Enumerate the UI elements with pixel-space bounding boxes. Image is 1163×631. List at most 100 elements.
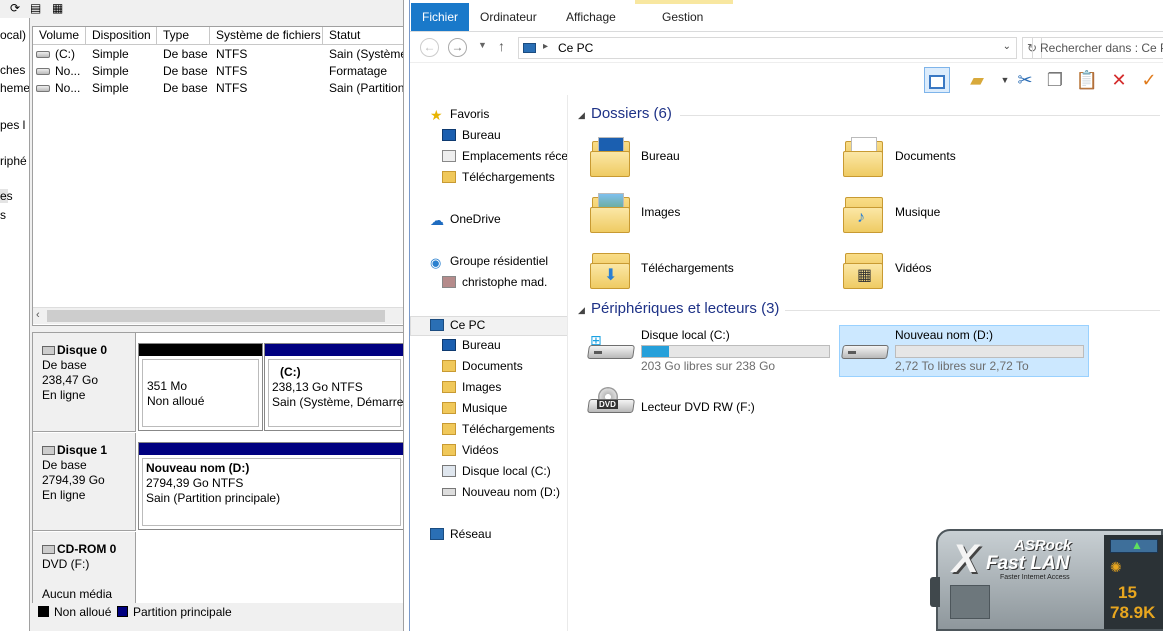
folder-images[interactable]: Images (641, 205, 680, 219)
nav-pc-images[interactable]: Images (442, 378, 501, 397)
disk-state: En ligne (42, 388, 86, 402)
table-row[interactable]: (C:) Simple De base NTFS Sain (Système (33, 46, 403, 63)
column-header-type[interactable]: Type (157, 27, 210, 45)
back-button[interactable]: ← (420, 38, 439, 57)
triangle-up-icon[interactable]: ▲ (1131, 538, 1143, 552)
table-row[interactable]: No... Simple De base NTFS Formatage (33, 63, 403, 80)
nav-network[interactable]: Réseau (430, 525, 491, 544)
delete-icon[interactable]: ✕ (1106, 67, 1132, 93)
navigation-pane-button[interactable] (924, 67, 950, 93)
partition-c[interactable]: (C:) 238,13 Go NTFS Sain (Système, Démar… (264, 343, 403, 431)
chevron-down-icon[interactable]: ⌄ (1003, 41, 1011, 52)
group-divider (680, 115, 1160, 116)
nav-pc-c[interactable]: Disque local (C:) (442, 462, 551, 481)
xfast-title: Fast LAN (986, 553, 1070, 574)
device-dvd[interactable]: Lecteur DVD RW (F:) (641, 400, 755, 414)
folder-videos[interactable]: Vidéos (895, 261, 931, 275)
collapse-icon[interactable]: ◢ (578, 110, 585, 121)
folder-telechargements[interactable]: Téléchargements (641, 261, 734, 275)
horizontal-scrollbar[interactable]: ‹ (33, 307, 403, 324)
address-box[interactable]: ▸ Ce PC ⌄ (518, 37, 1017, 59)
nav-label: Groupe résidentiel (450, 254, 549, 268)
nav-pc-downloads[interactable]: Téléchargements (442, 420, 555, 439)
search-input[interactable]: Rechercher dans : Ce PC (1032, 37, 1163, 59)
up-button[interactable]: ↑ (498, 38, 505, 54)
tree-item[interactable]: ches (0, 63, 25, 77)
scrollbar-thumb[interactable] (47, 310, 385, 322)
tree-item[interactable]: riphé (0, 154, 27, 168)
chevron-right-icon: ▸ (543, 41, 549, 52)
scroll-left-icon[interactable]: ‹ (36, 309, 40, 321)
xfast-lan-widget[interactable]: X ASRock Fast LAN Faster Internet Access… (930, 527, 1163, 631)
windows-drive-icon: ⊞ (587, 333, 635, 365)
collapse-icon[interactable]: ◢ (578, 305, 585, 316)
paste-icon[interactable]: 📋 (1074, 67, 1100, 93)
recent-locations-icon[interactable]: ▼ (478, 40, 487, 50)
menu-bar[interactable]: ▲ (1110, 538, 1158, 553)
nav-pc-desktop[interactable]: Bureau (442, 336, 501, 355)
tree-item[interactable]: s (0, 208, 6, 222)
partition-size: 351 Mo (147, 379, 188, 393)
folder-bureau[interactable]: Bureau (641, 149, 680, 163)
properties-icon[interactable]: ▤ (30, 1, 41, 15)
disk-0-label[interactable]: Disque 0 De base 238,47 Go En ligne (33, 333, 136, 432)
devices-group-header[interactable]: Périphériques et lecteurs (3) (591, 300, 779, 317)
rename-icon[interactable]: ✓ (1136, 67, 1162, 93)
nav-this-pc[interactable]: Ce PC (430, 316, 485, 335)
dvd-label: DVD (597, 400, 618, 409)
music-folder-icon (442, 402, 456, 414)
partition-size: 2794,39 Go NTFS (146, 476, 244, 490)
column-header-filesystem[interactable]: Système de fichiers (210, 27, 323, 45)
disk-kind: De base (42, 458, 87, 472)
nav-recent[interactable]: Emplacements récen (442, 147, 567, 166)
cell-disposition: Simple (92, 81, 129, 95)
nav-downloads[interactable]: Téléchargements (442, 168, 555, 187)
desktop-icon (442, 339, 456, 351)
tree-item[interactable]: ocal) (0, 28, 26, 42)
disk-1-label[interactable]: Disque 1 De base 2794,39 Go En ligne (33, 433, 136, 531)
nav-pc-documents[interactable]: Documents (442, 357, 523, 376)
tab-file[interactable]: Fichier (411, 3, 469, 31)
tree-item[interactable]: es (0, 189, 13, 203)
forward-button[interactable]: → (448, 38, 467, 57)
nav-homegroup[interactable]: ◉ Groupe résidentiel (430, 252, 548, 271)
copy-icon[interactable]: ❐ (1042, 67, 1068, 93)
folder-musique[interactable]: Musique (895, 205, 940, 219)
nav-onedrive[interactable]: ☁ OneDrive (430, 210, 501, 229)
stat-value-1: 15 (1118, 583, 1137, 602)
tab-computer[interactable]: Ordinateur (480, 3, 537, 31)
refresh-icon[interactable]: ⟳ (10, 1, 20, 15)
properties-folder-icon[interactable]: ▰ (964, 67, 990, 93)
folders-group-header[interactable]: Dossiers (6) (591, 105, 672, 122)
cloud-icon: ☁ (430, 212, 444, 228)
tree-item[interactable]: pes l (0, 118, 25, 132)
nav-user[interactable]: christophe mad. (442, 273, 547, 292)
star-icon: ★ (430, 107, 443, 123)
partition-d[interactable]: Nouveau nom (D:) 2794,39 Go NTFS Sain (P… (138, 442, 403, 530)
column-header-disposition[interactable]: Disposition (86, 27, 157, 45)
column-header-volume[interactable]: Volume (33, 27, 86, 45)
computer-icon (430, 319, 444, 331)
nav-pc-d[interactable]: Nouveau nom (D:) (442, 483, 560, 502)
hard-drive-icon (442, 488, 456, 496)
cell-type: De base (163, 81, 208, 95)
help-icon[interactable]: ▦ (52, 1, 63, 15)
tab-manage[interactable]: Gestion (662, 3, 703, 31)
nav-desktop[interactable]: Bureau (442, 126, 501, 145)
tab-view[interactable]: Affichage (566, 3, 616, 31)
disk-media: Aucun média (42, 587, 113, 601)
table-row[interactable]: No... Simple De base NTFS Sain (Partitio… (33, 80, 403, 97)
downloads-folder-icon: ⬇ (590, 247, 634, 291)
command-bar: ▰ ▼ ✂ ❐ 📋 ✕ ✓ (410, 63, 1163, 95)
cut-icon[interactable]: ✂ (1012, 67, 1038, 93)
widget-side-handle[interactable] (930, 577, 940, 607)
cell-status: Sain (Système (329, 47, 403, 61)
nav-favorites[interactable]: ★ Favoris (430, 105, 489, 124)
partition-unallocated[interactable]: 351 Mo Non alloué (138, 343, 263, 431)
tree-item[interactable]: heme (0, 81, 29, 95)
device-free-space: 203 Go libres sur 238 Go (641, 359, 776, 373)
folder-documents[interactable]: Documents (895, 149, 956, 163)
column-header-status[interactable]: Statut (323, 27, 403, 45)
nav-pc-music[interactable]: Musique (442, 399, 507, 418)
nav-pc-videos[interactable]: Vidéos (442, 441, 498, 460)
